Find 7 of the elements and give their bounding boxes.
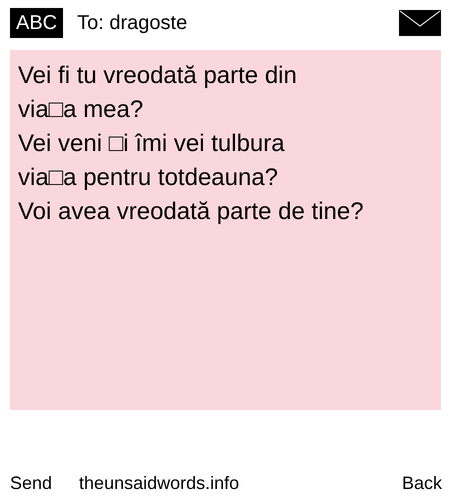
message-text[interactable]: Vei fi tu vreodată parte din via□a mea? Vei veni □i îmi vei tulbura via□a pentru totdeauna? Voi avea vreodată parte de tine? [10, 50, 441, 410]
envelope-icon [399, 10, 441, 36]
send-softkey[interactable]: Send [10, 473, 52, 494]
website-label: theunsaidwords.info [79, 473, 240, 494]
back-softkey[interactable]: Back [402, 473, 442, 494]
recipient-label: To: dragoste [77, 12, 188, 34]
input-mode-badge: ABC [10, 8, 64, 38]
